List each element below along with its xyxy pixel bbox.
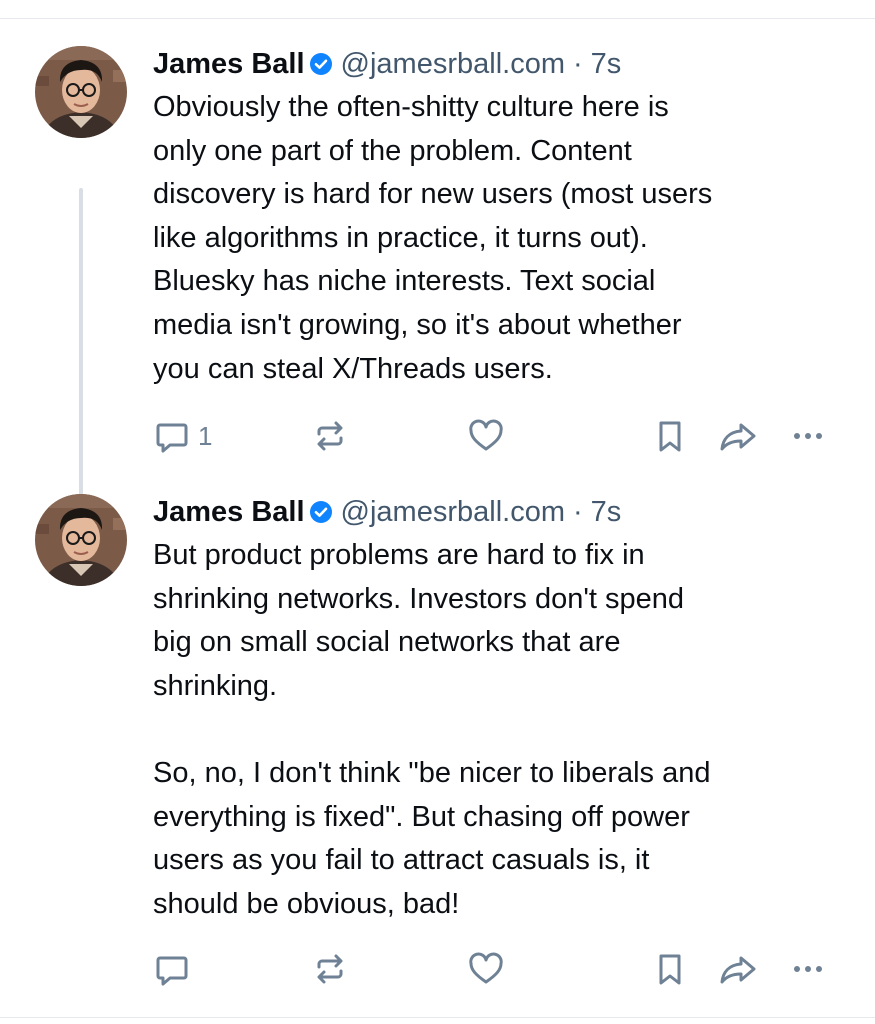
- bookmark-button[interactable]: [650, 416, 690, 456]
- post-actions: 1: [152, 416, 855, 456]
- top-divider: [0, 18, 875, 19]
- post-timestamp[interactable]: 7s: [591, 40, 622, 88]
- more-button[interactable]: [788, 416, 828, 456]
- share-icon: [718, 416, 758, 456]
- reply-button[interactable]: 1: [152, 416, 212, 456]
- separator-dot: ·: [573, 48, 583, 80]
- post-timestamp[interactable]: 7s: [591, 488, 622, 536]
- avatar[interactable]: [35, 494, 127, 586]
- heart-icon: [466, 949, 506, 989]
- verified-badge-icon: [309, 52, 333, 76]
- post-text: But product problems are hard to fix in …: [153, 539, 711, 920]
- share-icon: [718, 949, 758, 989]
- like-button[interactable]: [466, 416, 506, 456]
- author-handle[interactable]: @jamesrball.com: [341, 40, 565, 88]
- avatar[interactable]: [35, 46, 127, 138]
- more-icon: [788, 949, 828, 989]
- post-header: James Ball @jamesrball.com · 7s: [153, 40, 855, 88]
- repost-icon: [310, 949, 350, 989]
- bookmark-icon: [650, 416, 690, 456]
- reply-icon: [152, 416, 192, 456]
- post-header: James Ball @jamesrball.com · 7s: [153, 488, 855, 536]
- author-handle[interactable]: @jamesrball.com: [341, 488, 565, 536]
- more-icon: [788, 416, 828, 456]
- separator-dot: ·: [573, 496, 583, 528]
- heart-icon: [466, 416, 506, 456]
- bookmark-button[interactable]: [650, 949, 690, 989]
- post-actions: [152, 949, 855, 989]
- repost-button[interactable]: [310, 949, 350, 989]
- like-button[interactable]: [466, 949, 506, 989]
- bottom-divider: [0, 1017, 875, 1018]
- author-name[interactable]: James Ball: [153, 488, 305, 536]
- author-name[interactable]: James Ball: [153, 40, 305, 88]
- verified-badge-icon: [309, 500, 333, 524]
- bookmark-icon: [650, 949, 690, 989]
- reply-count: 1: [198, 420, 213, 451]
- repost-button[interactable]: [310, 416, 350, 456]
- post-text: Obviously the often-shitty culture here …: [153, 91, 713, 385]
- reply-button[interactable]: [152, 949, 198, 989]
- repost-icon: [310, 416, 350, 456]
- share-button[interactable]: [718, 949, 758, 989]
- thread-line: [79, 188, 83, 522]
- share-button[interactable]: [718, 416, 758, 456]
- reply-icon: [152, 949, 192, 989]
- more-button[interactable]: [788, 949, 828, 989]
